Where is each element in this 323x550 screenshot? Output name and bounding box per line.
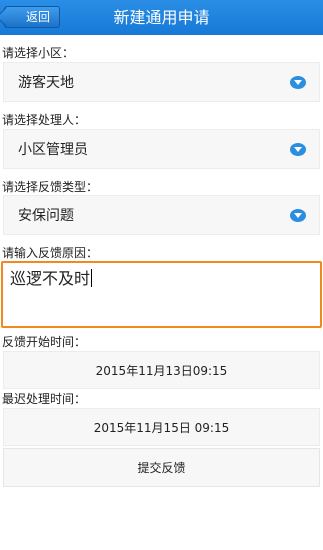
feedback-type-label: 请选择反馈类型：: [2, 180, 99, 194]
latest-time-value: 2015年11月15日 09:15: [93, 421, 230, 435]
start-time-field[interactable]: 2015年11月13日09:15: [3, 351, 320, 389]
text-caret: [91, 269, 93, 287]
chevron-down-icon: [290, 76, 306, 89]
app-header: 返回 新建通用申请: [0, 0, 323, 35]
feedback-type-select[interactable]: 安保问题: [3, 195, 320, 235]
feedback-type-value: 安保问题: [18, 208, 74, 224]
reason-text: 巡逻不及时: [10, 269, 91, 288]
page-title: 新建通用申请: [113, 8, 210, 27]
chevron-down-icon: [290, 143, 306, 156]
community-label: 请选择小区：: [2, 46, 75, 60]
reason-label: 请输入反馈原因：: [2, 246, 99, 260]
start-time-value: 2015年11月13日09:15: [95, 364, 228, 378]
latest-time-label: 最迟处理时间：: [2, 392, 87, 406]
handler-select[interactable]: 小区管理员: [3, 129, 320, 169]
reason-textarea[interactable]: 巡逻不及时: [1, 261, 322, 328]
community-value: 游客天地: [18, 75, 74, 91]
community-select[interactable]: 游客天地: [3, 62, 320, 102]
handler-value: 小区管理员: [18, 142, 88, 158]
start-time-label: 反馈开始时间：: [2, 335, 87, 349]
chevron-down-icon: [290, 209, 306, 222]
latest-time-field[interactable]: 2015年11月15日 09:15: [3, 408, 320, 446]
submit-feedback-button[interactable]: 提交反馈: [3, 448, 320, 487]
handler-label: 请选择处理人：: [2, 113, 87, 127]
